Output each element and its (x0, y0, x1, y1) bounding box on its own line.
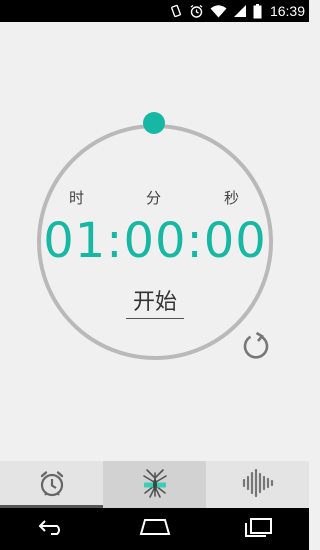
reset-button[interactable] (241, 330, 271, 360)
tab-sound[interactable] (206, 461, 309, 508)
alarm-clock-icon (37, 468, 67, 502)
sound-wave-icon (242, 468, 274, 502)
recents-button[interactable] (233, 514, 283, 544)
status-bar: 16:39 (0, 0, 309, 22)
start-button[interactable]: 开始 (126, 284, 184, 319)
back-icon (37, 518, 67, 540)
home-icon (139, 518, 171, 540)
navigation-bar (0, 508, 309, 550)
back-button[interactable] (27, 514, 77, 544)
seconds-label: 秒 (224, 189, 240, 207)
status-icons: 16:39 (169, 0, 305, 22)
tab-bar (0, 461, 309, 508)
signal-icon (233, 4, 247, 18)
tab-mosquito[interactable] (103, 461, 206, 508)
alarm-icon (189, 4, 204, 19)
minutes-label: 分 (146, 189, 162, 207)
reset-icon (241, 331, 271, 364)
home-button[interactable] (130, 514, 180, 544)
recents-icon (243, 517, 273, 541)
rotate-icon (169, 4, 183, 18)
ring-handle[interactable] (143, 112, 165, 134)
battery-icon (253, 3, 262, 19)
timer-display[interactable]: 01:00:00 (40, 212, 270, 270)
hours-label: 时 (69, 189, 85, 207)
status-time: 16:39 (269, 3, 305, 19)
tab-alarm[interactable] (0, 461, 103, 508)
wifi-icon (210, 4, 227, 18)
mosquito-icon (138, 466, 172, 504)
